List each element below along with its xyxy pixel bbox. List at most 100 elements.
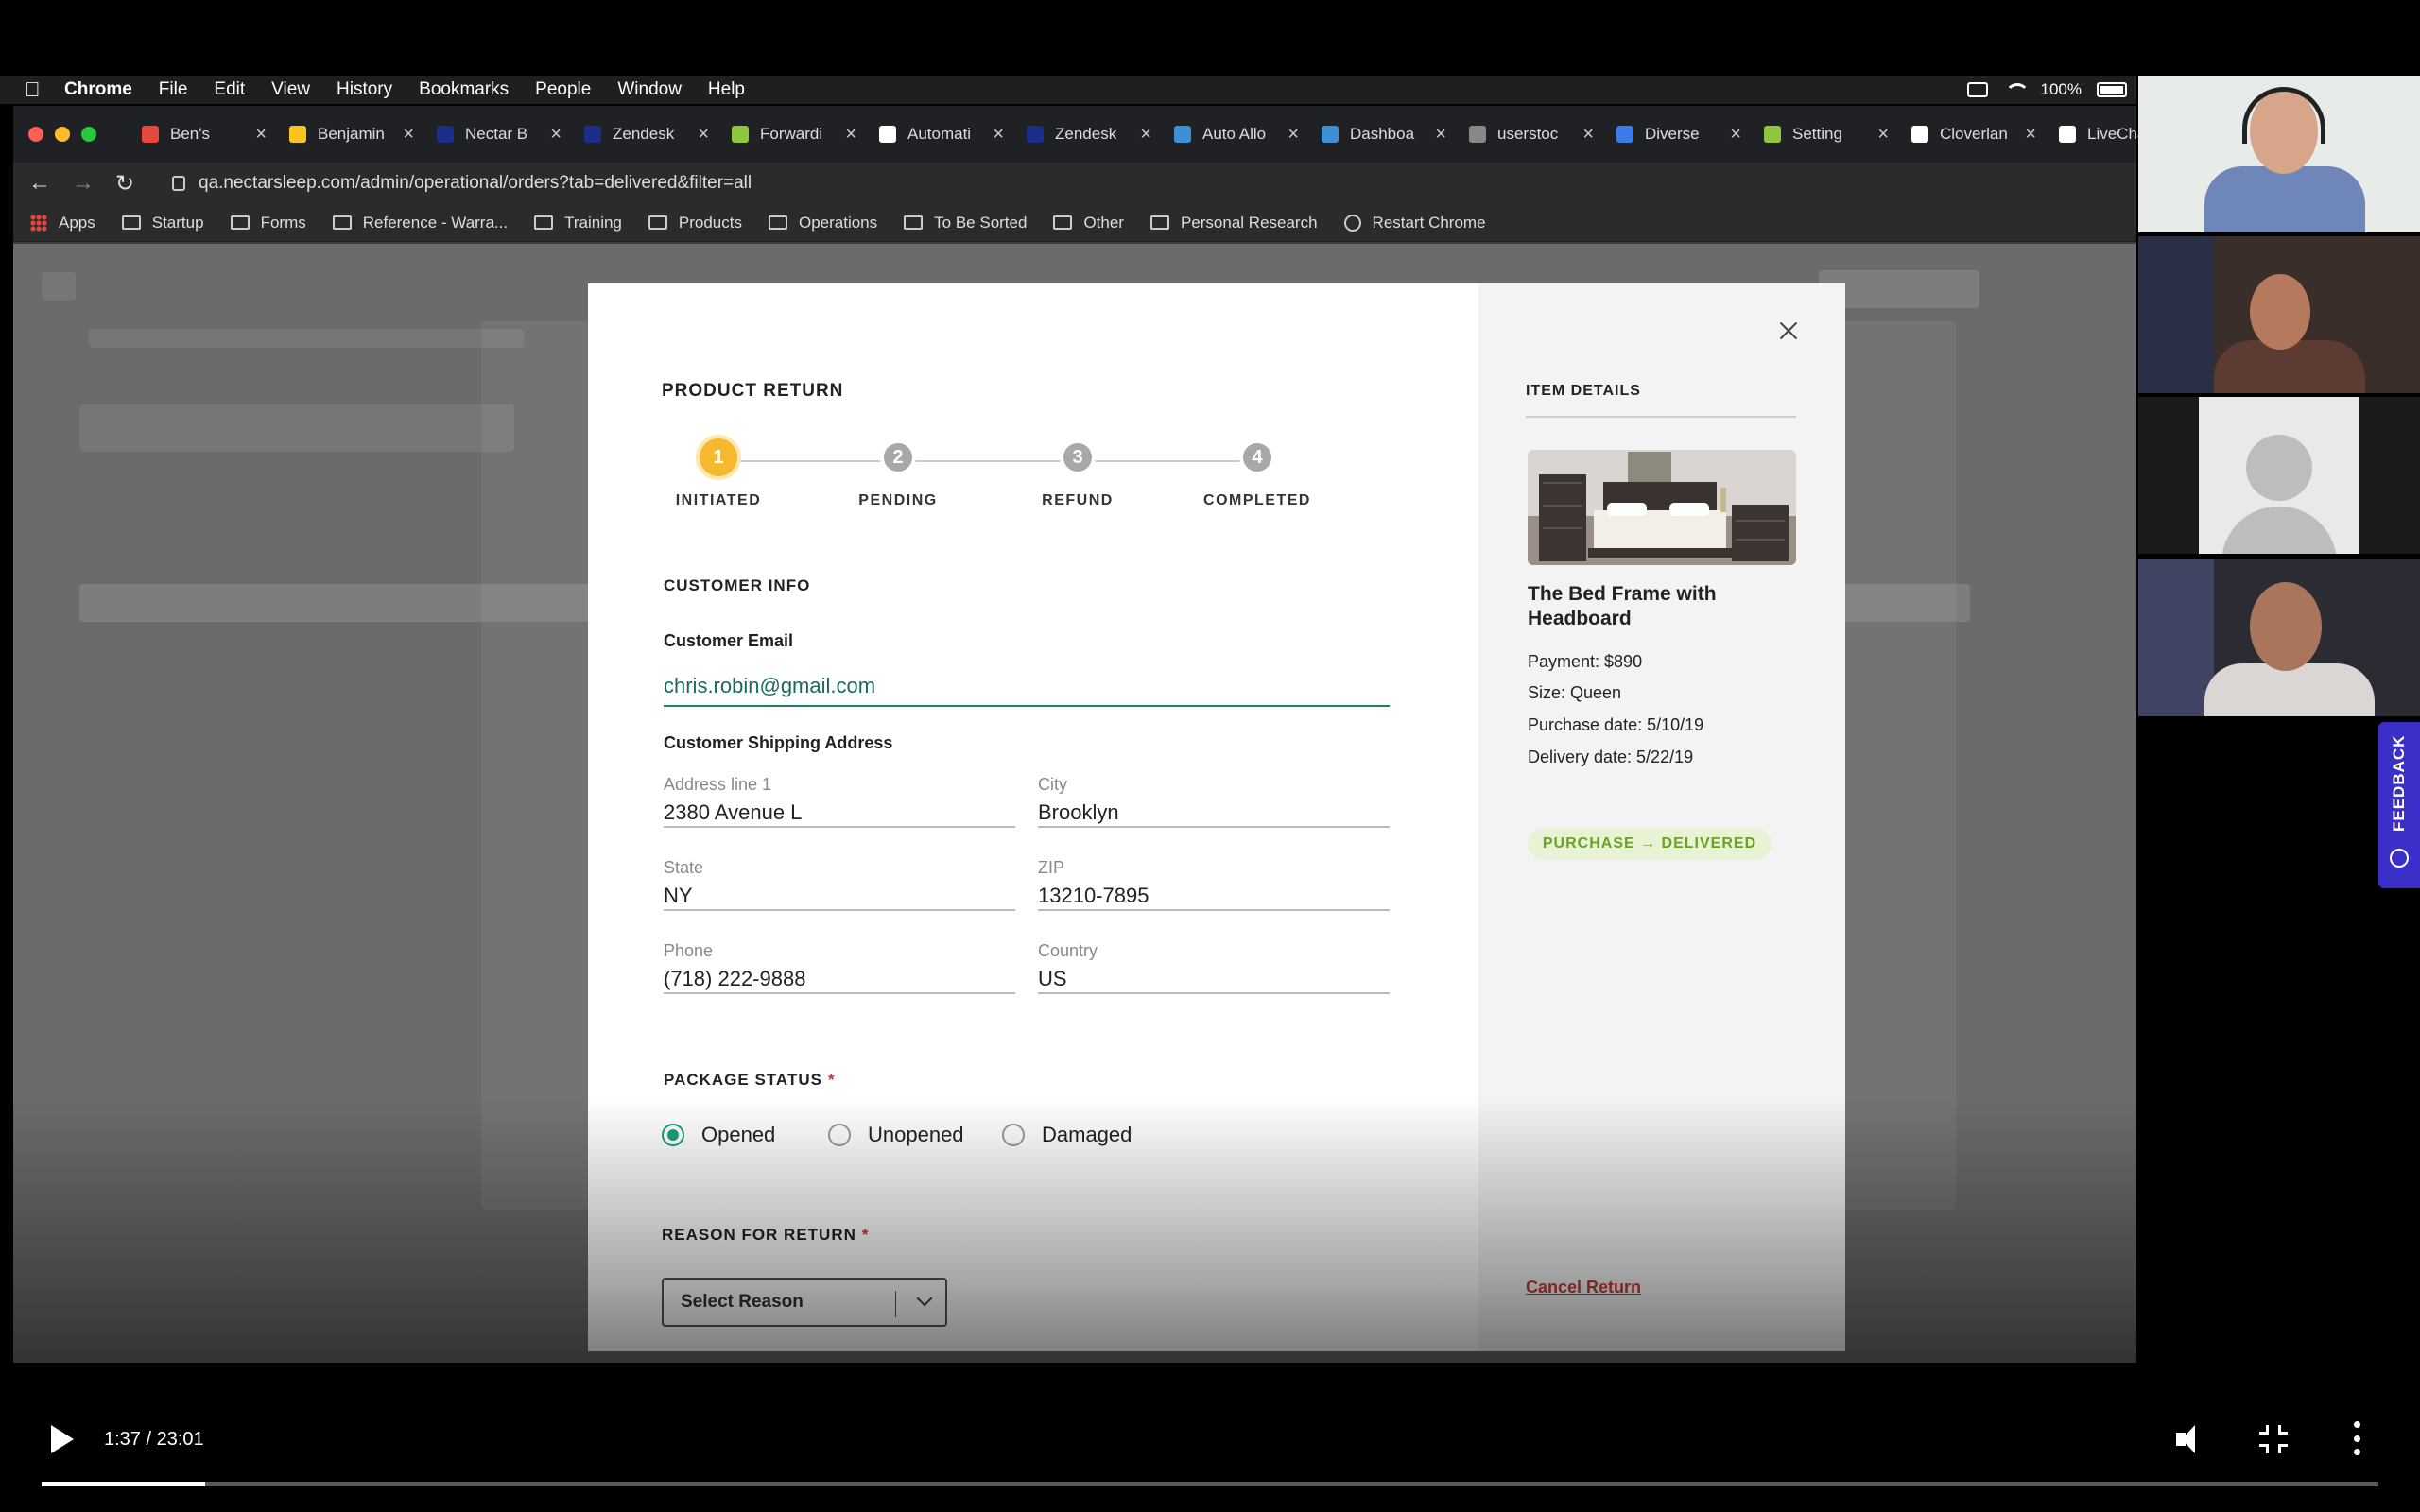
- browser-tab[interactable]: Diverse ×: [1609, 113, 1756, 155]
- tab-close-icon[interactable]: ×: [1140, 124, 1151, 146]
- cancel-return-link[interactable]: Cancel Return: [1526, 1278, 1641, 1297]
- zip-field[interactable]: ZIP 13210-7895: [1038, 858, 1390, 911]
- browser-tab[interactable]: Benjamin ×: [282, 113, 429, 155]
- participant-video-3: [2138, 397, 2420, 554]
- forward-arrow-icon[interactable]: →: [72, 170, 100, 197]
- bookmark-products[interactable]: Products: [648, 214, 742, 232]
- tab-close-icon[interactable]: ×: [698, 124, 709, 146]
- back-arrow-icon[interactable]: ←: [28, 170, 57, 197]
- browser-tab[interactable]: Auto Allo ×: [1167, 113, 1314, 155]
- package-status-damaged-radio[interactable]: Damaged: [1002, 1123, 1132, 1147]
- close-window-icon[interactable]: [28, 127, 43, 142]
- participant-video-2: [2138, 236, 2420, 393]
- address-line1-field[interactable]: Address line 1 2380 Avenue L: [664, 775, 1015, 828]
- tab-close-icon[interactable]: ×: [993, 124, 1004, 146]
- bookmark-apps[interactable]: Apps: [30, 214, 95, 232]
- reload-icon[interactable]: ↻: [115, 170, 144, 198]
- menu-people[interactable]: People: [535, 79, 591, 100]
- reason-select-dropdown[interactable]: Select Reason: [662, 1278, 947, 1327]
- browser-tab[interactable]: Dashboa ×: [1314, 113, 1461, 155]
- field-value: NY: [664, 884, 693, 907]
- play-button[interactable]: [51, 1425, 74, 1453]
- bookmark-forms[interactable]: Forms: [230, 214, 306, 232]
- screen-record-icon[interactable]: [1966, 82, 1988, 97]
- size-detail: Size: Queen: [1528, 683, 1622, 702]
- menu-window[interactable]: Window: [617, 79, 682, 100]
- bookmark-label: Training: [564, 213, 622, 232]
- menu-view[interactable]: View: [271, 79, 310, 100]
- tab-close-icon[interactable]: ×: [1582, 124, 1594, 146]
- customer-email-label: Customer Email: [664, 631, 794, 650]
- bookmark-reference[interactable]: Reference - Warra...: [332, 214, 508, 232]
- tab-close-icon[interactable]: ×: [1435, 124, 1446, 146]
- browser-tab[interactable]: Zendesk ×: [1019, 113, 1167, 155]
- bookmark-label: Operations: [798, 213, 878, 232]
- menu-edit[interactable]: Edit: [214, 79, 245, 100]
- bookmark-operations[interactable]: Operations: [768, 213, 878, 232]
- tab-favicon-icon: [437, 126, 454, 143]
- menu-bookmarks[interactable]: Bookmarks: [419, 79, 509, 100]
- volume-icon[interactable]: [2174, 1423, 2208, 1455]
- tab-close-icon[interactable]: ×: [845, 124, 856, 146]
- tab-close-icon[interactable]: ×: [255, 124, 267, 146]
- participant-body: [2214, 340, 2365, 393]
- customer-email-input[interactable]: [664, 667, 1390, 707]
- tab-close-icon[interactable]: ×: [1877, 124, 1889, 146]
- country-field[interactable]: Country US: [1038, 941, 1390, 994]
- apple-icon[interactable]: : [25, 79, 45, 100]
- radio-label: Unopened: [868, 1123, 964, 1146]
- tab-favicon-icon: [289, 126, 306, 143]
- exit-fullscreen-icon[interactable]: [2259, 1425, 2288, 1453]
- phone-field[interactable]: Phone (718) 222-9888: [664, 941, 1015, 994]
- participant-head: [2250, 274, 2310, 350]
- more-options-icon[interactable]: [2354, 1421, 2361, 1455]
- browser-tab[interactable]: Setting ×: [1756, 113, 1904, 155]
- tab-close-icon[interactable]: ×: [550, 124, 562, 146]
- feedback-tab[interactable]: FEEDBACK: [2378, 722, 2420, 888]
- browser-tab[interactable]: userstoc ×: [1461, 113, 1609, 155]
- browser-tab[interactable]: Forwardi ×: [724, 113, 872, 155]
- state-field[interactable]: State NY: [664, 858, 1015, 911]
- bookmark-label: Restart Chrome: [1372, 213, 1486, 232]
- zoom-window-icon[interactable]: [81, 127, 96, 142]
- background-shelf: [2138, 236, 2214, 393]
- menu-history[interactable]: History: [337, 79, 392, 100]
- tab-close-icon[interactable]: ×: [2025, 124, 2036, 146]
- tab-favicon-icon: [1764, 126, 1781, 143]
- browser-tab[interactable]: Zendesk ×: [577, 113, 724, 155]
- browser-toolbar: ← → ↻ qa.nectarsleep.com/admin/operation…: [13, 163, 2136, 204]
- bookmark-to-be-sorted[interactable]: To Be Sorted: [904, 214, 1027, 232]
- city-field[interactable]: City Brooklyn: [1038, 775, 1390, 828]
- tab-favicon-icon: [1322, 126, 1339, 143]
- wifi-icon[interactable]: [2003, 81, 2030, 98]
- menu-help[interactable]: Help: [708, 79, 745, 100]
- battery-icon[interactable]: [2097, 82, 2127, 97]
- browser-tab[interactable]: Nectar B ×: [429, 113, 577, 155]
- package-status-unopened-radio[interactable]: Unopened: [828, 1123, 964, 1147]
- step-number: 1: [696, 435, 741, 480]
- step-number: 4: [1239, 439, 1275, 475]
- tab-close-icon[interactable]: ×: [1288, 124, 1299, 146]
- package-status-opened-radio[interactable]: Opened: [662, 1123, 775, 1147]
- participant-body: [2204, 663, 2375, 716]
- field-value: (718) 222-9888: [664, 967, 806, 990]
- bookmark-other[interactable]: Other: [1053, 214, 1124, 232]
- browser-tab[interactable]: Ben's ×: [134, 113, 282, 155]
- address-bar-url[interactable]: qa.nectarsleep.com/admin/operational/ord…: [199, 173, 752, 194]
- video-progress-bar[interactable]: [42, 1482, 2378, 1486]
- tab-close-icon[interactable]: ×: [403, 124, 414, 146]
- tab-favicon-icon: [732, 126, 749, 143]
- heading-text: PACKAGE STATUS: [664, 1071, 822, 1089]
- close-modal-button[interactable]: [1777, 319, 1800, 342]
- bookmark-restart-chrome[interactable]: Restart Chrome: [1343, 213, 1486, 232]
- menu-app-chrome[interactable]: Chrome: [64, 79, 132, 100]
- tab-close-icon[interactable]: ×: [1730, 124, 1741, 146]
- video-progress-fill: [42, 1482, 206, 1486]
- bookmark-training[interactable]: Training: [534, 214, 622, 232]
- browser-tab[interactable]: Automati ×: [872, 113, 1019, 155]
- bookmark-startup[interactable]: Startup: [121, 214, 204, 232]
- bookmark-personal-research[interactable]: Personal Research: [1150, 214, 1318, 232]
- browser-tab[interactable]: Cloverlan ×: [1904, 113, 2051, 155]
- minimize-window-icon[interactable]: [55, 127, 70, 142]
- menu-file[interactable]: File: [159, 79, 188, 100]
